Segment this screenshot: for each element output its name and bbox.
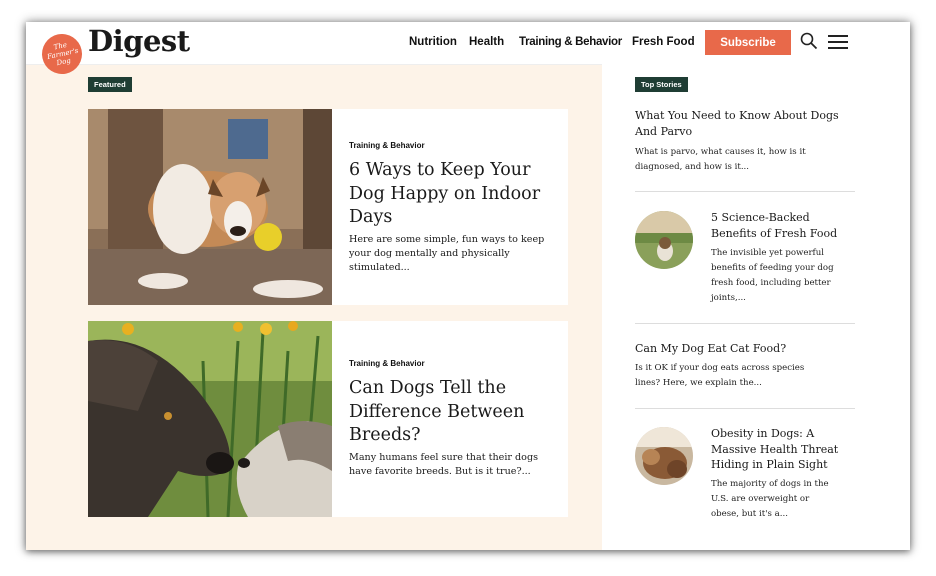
- article-category[interactable]: Training & Behavior: [349, 141, 425, 150]
- article-description: Here are some simple, fun ways to keep y…: [349, 234, 545, 273]
- browser-page: Digest Nutrition Health Training & Behav…: [26, 22, 910, 550]
- fresh-food-dog-thumbnail[interactable]: [635, 211, 693, 269]
- story-title[interactable]: What You Need to Know About Dogs And Par…: [635, 108, 840, 139]
- article-category[interactable]: Training & Behavior: [349, 359, 425, 368]
- story-description: Is it OK if your dog eats across species…: [635, 363, 805, 388]
- story-title[interactable]: Can My Dog Eat Cat Food?: [635, 341, 840, 357]
- article-title[interactable]: Can Dogs Tell the Difference Between Bre…: [349, 377, 549, 448]
- top-stories-tag: Top Stories: [635, 77, 688, 92]
- brand-title[interactable]: Digest: [88, 24, 190, 58]
- divider: [635, 408, 855, 409]
- divider: [635, 191, 855, 192]
- hamburger-menu-icon[interactable]: [828, 35, 848, 51]
- divider: [635, 323, 855, 324]
- story-description: The majority of dogs in the U.S. are ove…: [711, 479, 829, 519]
- top-stories-column: Top Stories What You Need to Know About …: [602, 64, 910, 550]
- featured-card-2[interactable]: Training & Behavior Can Dogs Tell the Di…: [88, 321, 568, 517]
- featured-tag: Featured: [88, 77, 132, 92]
- featured-card-1[interactable]: Training & Behavior 6 Ways to Keep Your …: [88, 109, 568, 305]
- search-icon[interactable]: [800, 32, 818, 50]
- site-header: Digest Nutrition Health Training & Behav…: [26, 22, 910, 65]
- article-title[interactable]: 6 Ways to Keep Your Dog Happy on Indoor …: [349, 159, 549, 230]
- dog-with-toy-image[interactable]: [88, 109, 332, 305]
- subscribe-button[interactable]: Subscribe: [705, 30, 791, 55]
- nav-health[interactable]: Health: [469, 36, 504, 48]
- story-title[interactable]: Obesity in Dogs: A Massive Health Threat…: [711, 426, 846, 473]
- story-description: The invisible yet powerful benefits of f…: [711, 248, 834, 303]
- dogs-sniffing-image[interactable]: [88, 321, 332, 517]
- story-description: What is parvo, what causes it, how is it…: [635, 147, 806, 172]
- story-title[interactable]: 5 Science-Backed Benefits of Fresh Food: [711, 210, 841, 241]
- nav-fresh-food[interactable]: Fresh Food: [632, 36, 695, 48]
- article-description: Many humans feel sure that their dogs ha…: [349, 452, 539, 477]
- nav-nutrition[interactable]: Nutrition: [409, 36, 457, 48]
- nav-training-behavior[interactable]: Training & Behavior: [519, 36, 622, 48]
- obesity-dog-thumbnail[interactable]: [635, 427, 693, 485]
